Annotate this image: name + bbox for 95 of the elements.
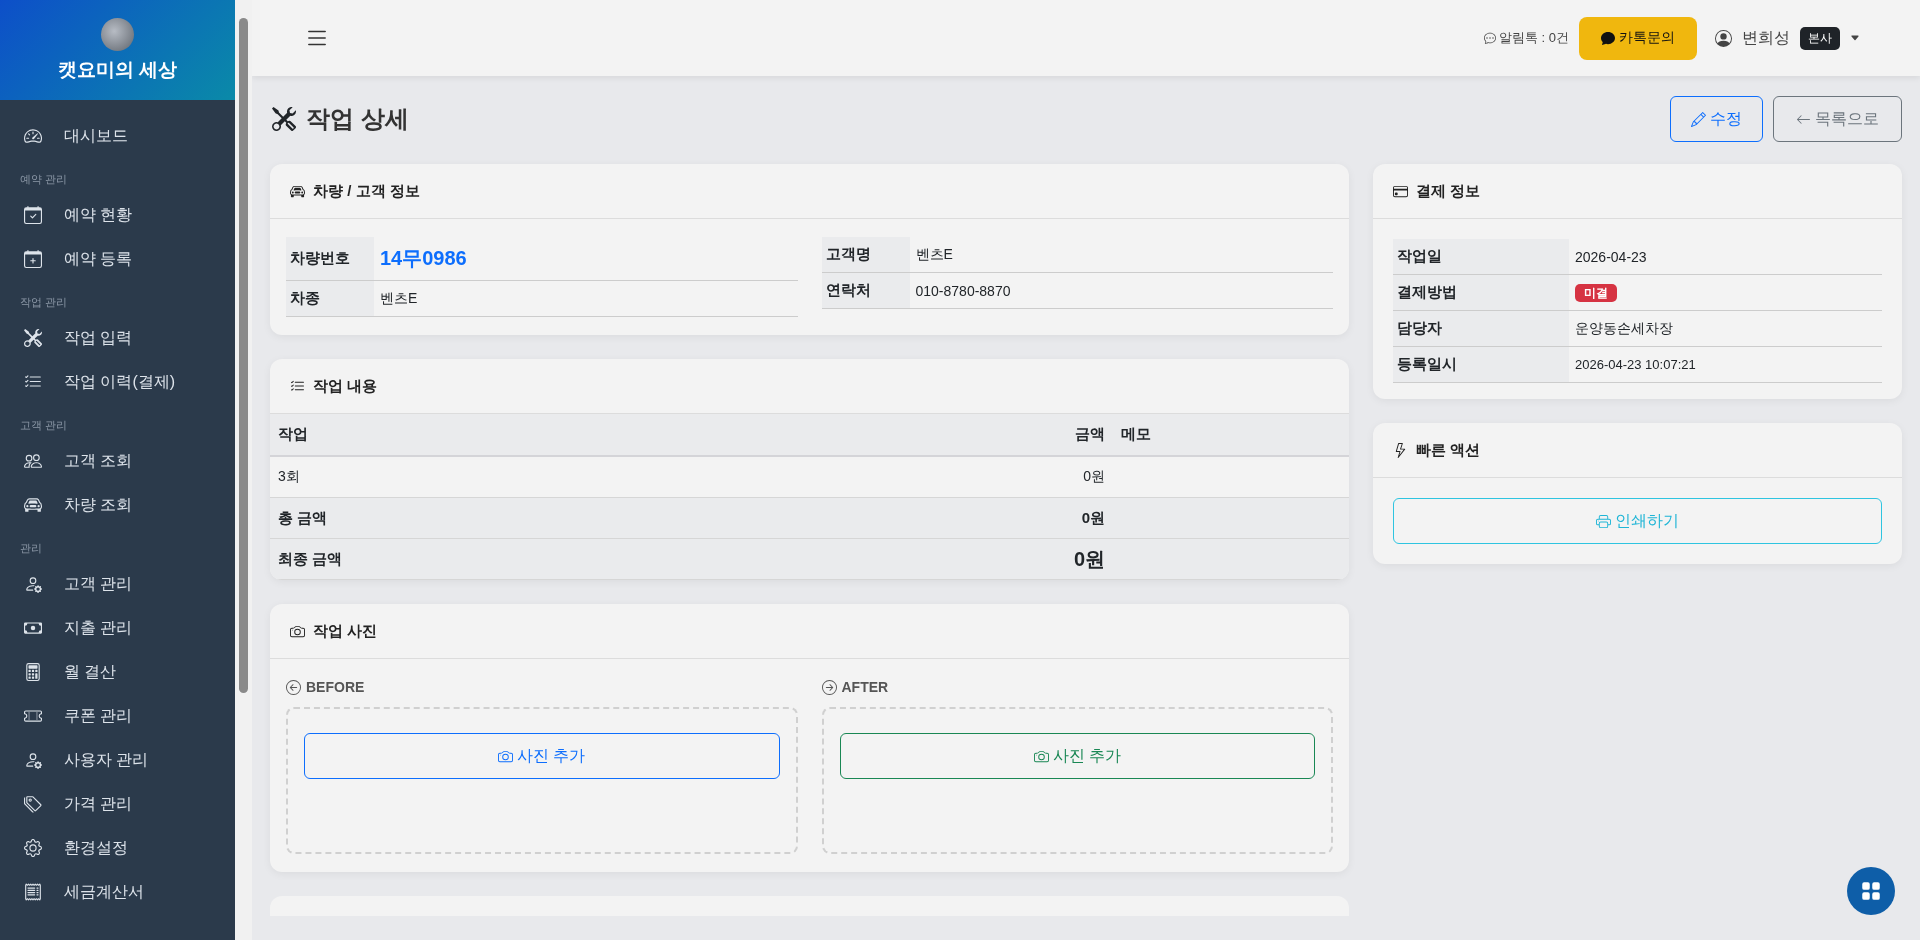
- table-cell: 총 금액: [270, 497, 977, 539]
- apps-button[interactable]: [1847, 867, 1895, 915]
- field-value: 2026-04-23: [1569, 239, 1882, 275]
- printer-icon: [1596, 513, 1611, 529]
- nav-item[interactable]: 고객 조회: [0, 439, 235, 483]
- nav-item[interactable]: 대시보드: [0, 114, 235, 158]
- field-value: 14무0986: [374, 237, 798, 281]
- notification-count: 알림톡 : 0건: [1483, 29, 1569, 47]
- tag-icon: [24, 795, 42, 813]
- add-photo-button[interactable]: 사진 추가: [839, 733, 1315, 779]
- car-icon: [290, 183, 305, 199]
- section-label: 예약 관리: [19, 172, 69, 187]
- calendar-plus-icon: [24, 250, 42, 268]
- nav-item[interactable]: 예약 등록: [0, 237, 235, 281]
- nav-item[interactable]: 환경설정: [0, 826, 235, 870]
- receipt-icon: [24, 883, 42, 901]
- avatar: [101, 17, 134, 51]
- pencil-icon: [1691, 111, 1706, 127]
- nav-item[interactable]: 사용자 관리: [0, 738, 235, 782]
- photo-slot-label: AFTER: [841, 679, 889, 695]
- nav-item[interactable]: 지출 관리: [0, 606, 235, 650]
- page-title: 작업 상세: [306, 104, 409, 134]
- user-name[interactable]: 변희성: [1742, 27, 1790, 49]
- column-header: 메모: [1113, 414, 1349, 456]
- list-icon: [290, 378, 305, 394]
- grid-icon: [1861, 881, 1881, 901]
- edit-button[interactable]: 수정: [1670, 96, 1763, 142]
- car-icon: [24, 496, 42, 514]
- photo-drop-zone[interactable]: 사진 추가: [286, 707, 798, 854]
- back-button[interactable]: 목록으로: [1773, 96, 1902, 142]
- speedometer-icon: [24, 127, 42, 145]
- nav-item[interactable]: 월 결산: [0, 650, 235, 694]
- ticket-icon: [24, 707, 42, 725]
- photo-slot-label: BEFORE: [306, 679, 365, 695]
- people-icon: [24, 452, 42, 470]
- table-cell: 0원: [977, 497, 1113, 539]
- field-label: 고객명: [821, 237, 910, 273]
- user-icon: [1715, 29, 1732, 47]
- credit-card-icon: [1393, 183, 1408, 199]
- field-value: 2026-04-23 10:07:21: [1569, 346, 1882, 383]
- settings-icon: [24, 839, 42, 857]
- field-label: 결제방법: [1393, 274, 1569, 311]
- section-label: 고객 관리: [19, 418, 69, 433]
- nav-item[interactable]: 작업 입력: [0, 316, 235, 360]
- nav-item[interactable]: 세금계산서: [0, 870, 235, 914]
- card-title: 작업 내용: [313, 376, 378, 396]
- caret-icon[interactable]: [1850, 33, 1860, 43]
- branch-badge: 본사: [1800, 26, 1840, 50]
- nav-item[interactable]: 예약 현황: [0, 193, 235, 237]
- nav-item[interactable]: 가격 관리: [0, 782, 235, 826]
- field-value: 벤츠E: [374, 280, 798, 317]
- card-title: 작업 사진: [313, 621, 378, 641]
- tools-icon: [272, 107, 296, 131]
- scrollbar[interactable]: [235, 0, 252, 940]
- field-label: 차량번호: [286, 237, 374, 281]
- camera-icon: [290, 623, 305, 639]
- kakao-inquiry-button[interactable]: 카톡문의: [1579, 16, 1697, 60]
- person-gear-icon: [24, 575, 42, 593]
- card-title: 차량 / 고객 정보: [313, 181, 420, 201]
- field-label: 연락처: [821, 272, 910, 309]
- nav-item[interactable]: 쿠폰 관리: [0, 694, 235, 738]
- calendar-check-icon: [24, 206, 42, 224]
- nav-item[interactable]: 작업 이력(결제): [0, 360, 235, 404]
- card-title: 빠른 액션: [1416, 440, 1481, 460]
- person-gear-icon: [24, 751, 42, 769]
- field-value: 운양동손세차장: [1569, 310, 1882, 347]
- field-label: 차종: [286, 280, 374, 317]
- table-cell: 최종 금액: [270, 538, 977, 580]
- field-label: 등록일시: [1393, 346, 1569, 383]
- lightning-icon: [1393, 442, 1408, 458]
- column-header: 작업: [270, 414, 977, 456]
- card-title: 결제 정보: [1416, 181, 1481, 201]
- field-value: 벤츠E: [909, 237, 1333, 273]
- chat-icon: [1483, 32, 1496, 44]
- table-cell: 0원: [977, 538, 1113, 580]
- status-badge: 미결: [1575, 283, 1617, 302]
- column-header: 금액: [977, 414, 1113, 456]
- field-label: 담당자: [1393, 310, 1569, 347]
- table-cell: 3회: [270, 456, 977, 498]
- camera-icon: [1033, 748, 1049, 764]
- nav-item[interactable]: 차량 조회: [0, 483, 235, 527]
- add-photo-button[interactable]: 사진 추가: [304, 733, 780, 779]
- table-cell: 0원: [977, 456, 1113, 498]
- camera-icon: [498, 748, 513, 764]
- chat-bubble-icon: [1601, 31, 1615, 45]
- photo-drop-zone[interactable]: 사진 추가: [821, 707, 1333, 854]
- section-label: 작업 관리: [19, 295, 69, 310]
- section-label: 관리: [19, 541, 43, 556]
- cash-icon: [24, 619, 42, 637]
- calculator-icon: [24, 663, 42, 681]
- nav-item[interactable]: 고객 관리: [0, 562, 235, 606]
- field-label: 작업일: [1393, 239, 1569, 275]
- brand-name: 캣요미의 세상: [57, 57, 178, 82]
- tools-icon: [24, 329, 42, 347]
- field-value: 010-8780-8870: [909, 272, 1333, 309]
